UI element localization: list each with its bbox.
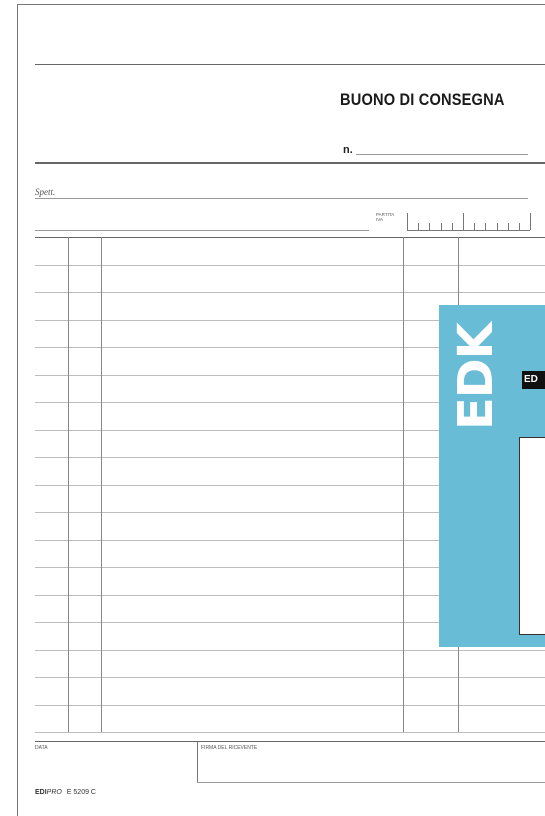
number-label: n. [343, 144, 353, 156]
signature-line[interactable] [197, 782, 545, 783]
vat-box-tick [496, 223, 498, 230]
number-field[interactable] [356, 154, 528, 155]
vat-box-tick [429, 223, 431, 230]
recipient-label: Spett. [35, 187, 56, 197]
brand-bold: EDI [35, 789, 47, 796]
table-row-line [35, 650, 545, 651]
table-row-line [35, 677, 545, 678]
top-rule [35, 64, 545, 65]
vat-box-tick [463, 213, 464, 230]
footer-rule [35, 741, 545, 742]
cover-brand-logo: EDK [448, 323, 504, 430]
vat-box-tick [440, 223, 442, 230]
vat-box-tick [485, 223, 487, 230]
signature-label: FIRMA DEL RICEVENTE [201, 745, 258, 751]
table-column-divider [101, 237, 102, 732]
date-label: DATA [35, 745, 48, 751]
form-title: BUONO DI CONSEGNA [340, 90, 505, 109]
cover-mini-logo: ED [522, 371, 545, 389]
recipient-line-2[interactable] [35, 230, 369, 231]
table-row-line [35, 265, 545, 266]
vat-box-tick [519, 223, 520, 230]
header-rule [35, 162, 545, 164]
cover-mini-sheet [519, 437, 545, 635]
table-row-line [35, 292, 545, 293]
vat-box-tick [530, 213, 532, 230]
vat-box-baseline [407, 230, 531, 231]
table-column-divider [403, 237, 404, 732]
table-row-line [35, 705, 545, 706]
vat-label-line2: IVA [376, 217, 383, 222]
table-row-line [35, 732, 545, 733]
table-column-divider [68, 237, 69, 732]
brand-light: PRO [46, 789, 62, 796]
product-code: E 5209 C [66, 789, 96, 796]
vat-label: PARTITA IVA [376, 212, 394, 222]
vat-box-tick [407, 213, 408, 230]
vat-box-tick [418, 223, 420, 230]
vat-box-tick [507, 223, 509, 230]
table-header-rule [35, 237, 545, 238]
vat-box-tick [451, 223, 453, 230]
recipient-line-1[interactable] [35, 198, 528, 199]
vat-box-tick [474, 223, 476, 230]
brand-footer: EDIPRO E 5209 C [35, 789, 96, 796]
footer-divider [197, 742, 198, 783]
